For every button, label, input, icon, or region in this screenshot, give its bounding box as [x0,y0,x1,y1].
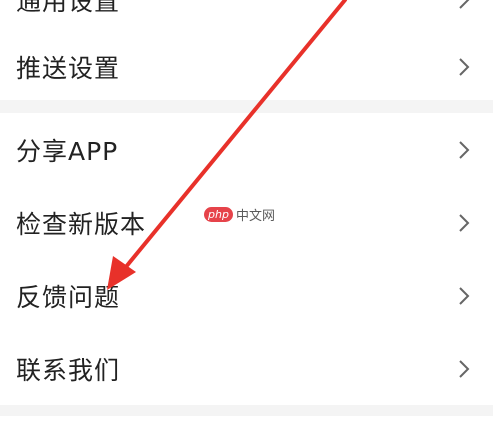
settings-item-feedback[interactable]: 反馈问题 [0,261,493,331]
chevron-right-icon [457,358,471,380]
chevron-right-icon [457,285,471,307]
settings-item-label: 检查新版本 [16,210,147,239]
settings-item-contact-us[interactable]: 联系我们 [0,334,493,404]
watermark-text: 中文网 [235,208,275,224]
settings-group-3 [0,416,493,427]
settings-item-label: 通用设置 [16,0,121,16]
chevron-right-icon [457,139,471,161]
settings-item-label: 联系我们 [16,356,121,385]
settings-group-2: 分享APP 检查新版本 反馈问题 联系我们 [0,113,493,405]
chevron-right-icon [457,0,471,11]
settings-item-general[interactable]: 通用设置 [0,0,493,35]
chevron-right-icon [457,212,471,234]
settings-group-1: 通用设置 推送设置 [0,0,493,100]
settings-item-label: 分享APP [16,137,119,166]
settings-item-share-app[interactable]: 分享APP [0,115,493,185]
settings-item-label: 反馈问题 [16,283,121,312]
watermark-logo-badge: php [204,206,233,222]
site-watermark: php 中文网 [204,205,275,224]
chevron-right-icon [457,56,471,78]
settings-item-label: 推送设置 [16,54,121,83]
settings-item-push[interactable]: 推送设置 [0,32,493,102]
